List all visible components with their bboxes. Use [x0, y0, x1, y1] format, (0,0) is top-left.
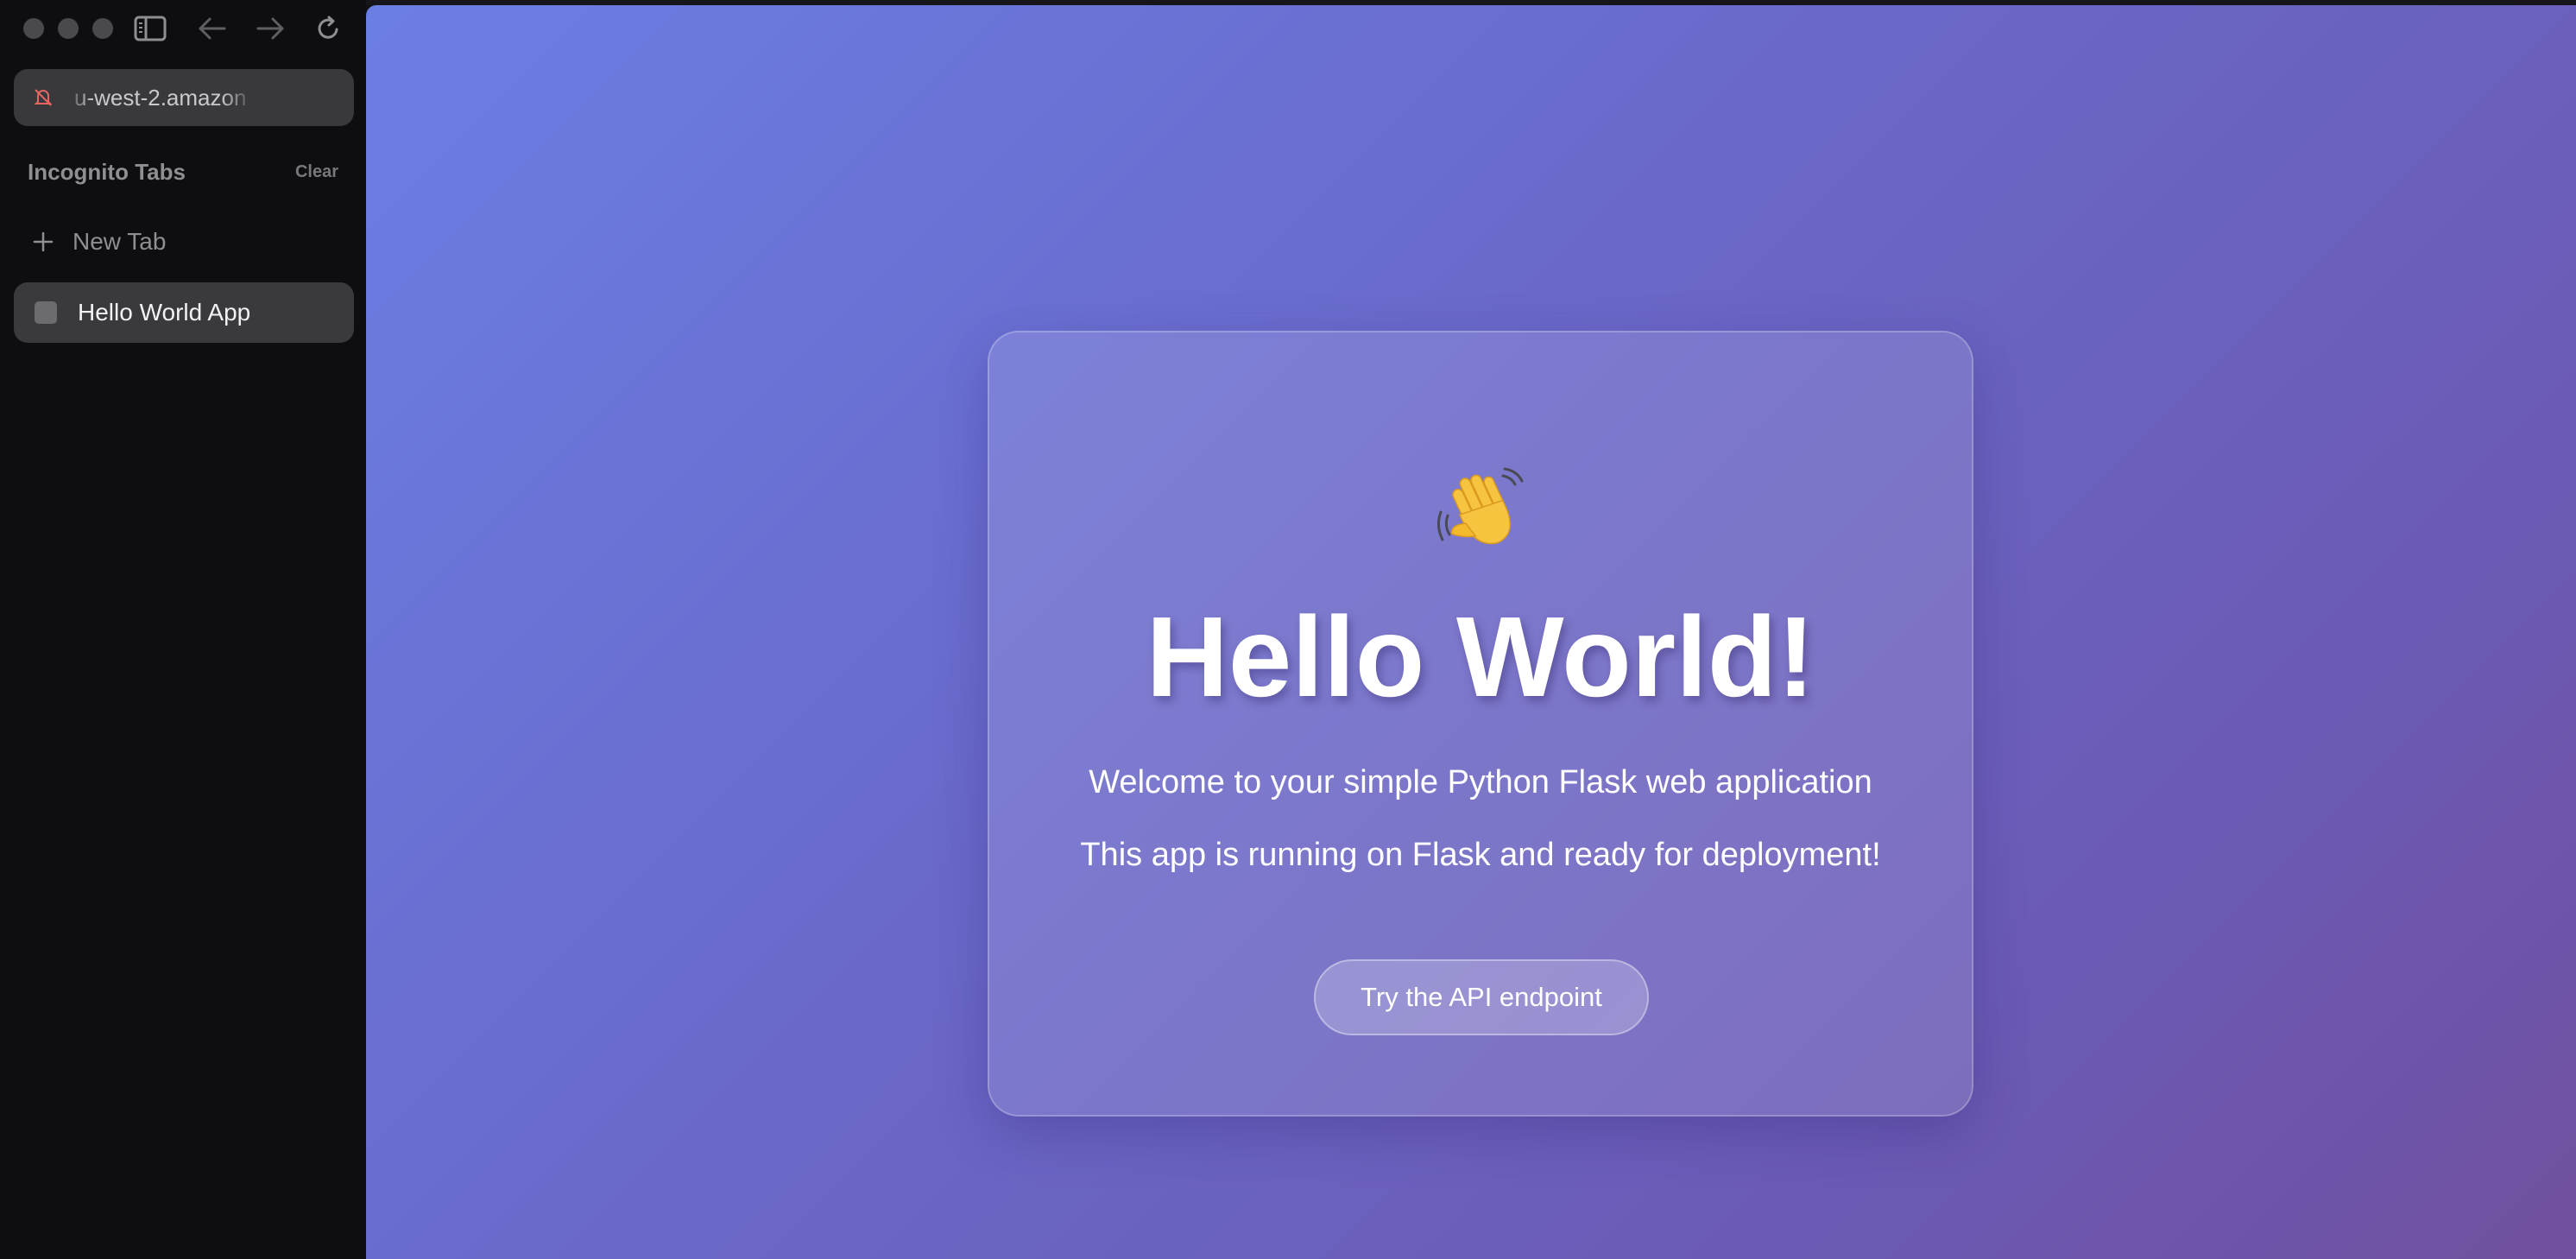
tab-label: Hello World App [78, 299, 251, 326]
back-arrow-icon [199, 17, 226, 40]
status-text: This app is running on Flask and ready f… [1080, 837, 1881, 873]
close-window-button[interactable] [23, 18, 44, 39]
address-bar-url: u-west-2.amazon [74, 84, 247, 111]
sidebar-toggle-button[interactable] [133, 12, 167, 45]
new-tab-label: New Tab [73, 228, 167, 255]
waving-hand-icon [989, 462, 1972, 566]
try-api-endpoint-button[interactable]: Try the API endpoint [1314, 959, 1649, 1035]
muted-icon [33, 85, 57, 110]
sidebar-tab-hello-world-app[interactable]: Hello World App [14, 282, 354, 343]
welcome-card: Hello World! Welcome to your simple Pyth… [988, 331, 1973, 1117]
tabs-section-header: Incognito Tabs Clear [28, 159, 338, 186]
zoom-window-button[interactable] [92, 18, 113, 39]
browser-sidebar: u-west-2.amazon Incognito Tabs Clear New… [0, 0, 366, 1259]
tabs-section-title: Incognito Tabs [28, 159, 186, 185]
clear-tabs-button[interactable]: Clear [295, 162, 338, 182]
new-tab-button[interactable]: New Tab [14, 218, 354, 266]
forward-arrow-icon [256, 17, 284, 40]
browser-window: u-west-2.amazon Incognito Tabs Clear New… [0, 0, 2576, 1259]
forward-button[interactable] [253, 12, 287, 45]
address-bar[interactable]: u-west-2.amazon [14, 69, 354, 126]
welcome-subtitle: Welcome to your simple Python Flask web … [1089, 764, 1872, 800]
plus-icon [31, 230, 55, 254]
reload-icon [318, 16, 338, 39]
sidebar-toggle-icon [134, 16, 167, 41]
minimize-window-button[interactable] [58, 18, 79, 39]
page-headline: Hello World! [1146, 593, 1815, 720]
reload-button[interactable] [311, 12, 345, 45]
tab-favicon [35, 301, 57, 324]
web-content: Hello World! Welcome to your simple Pyth… [366, 5, 2576, 1259]
back-button[interactable] [195, 12, 230, 45]
